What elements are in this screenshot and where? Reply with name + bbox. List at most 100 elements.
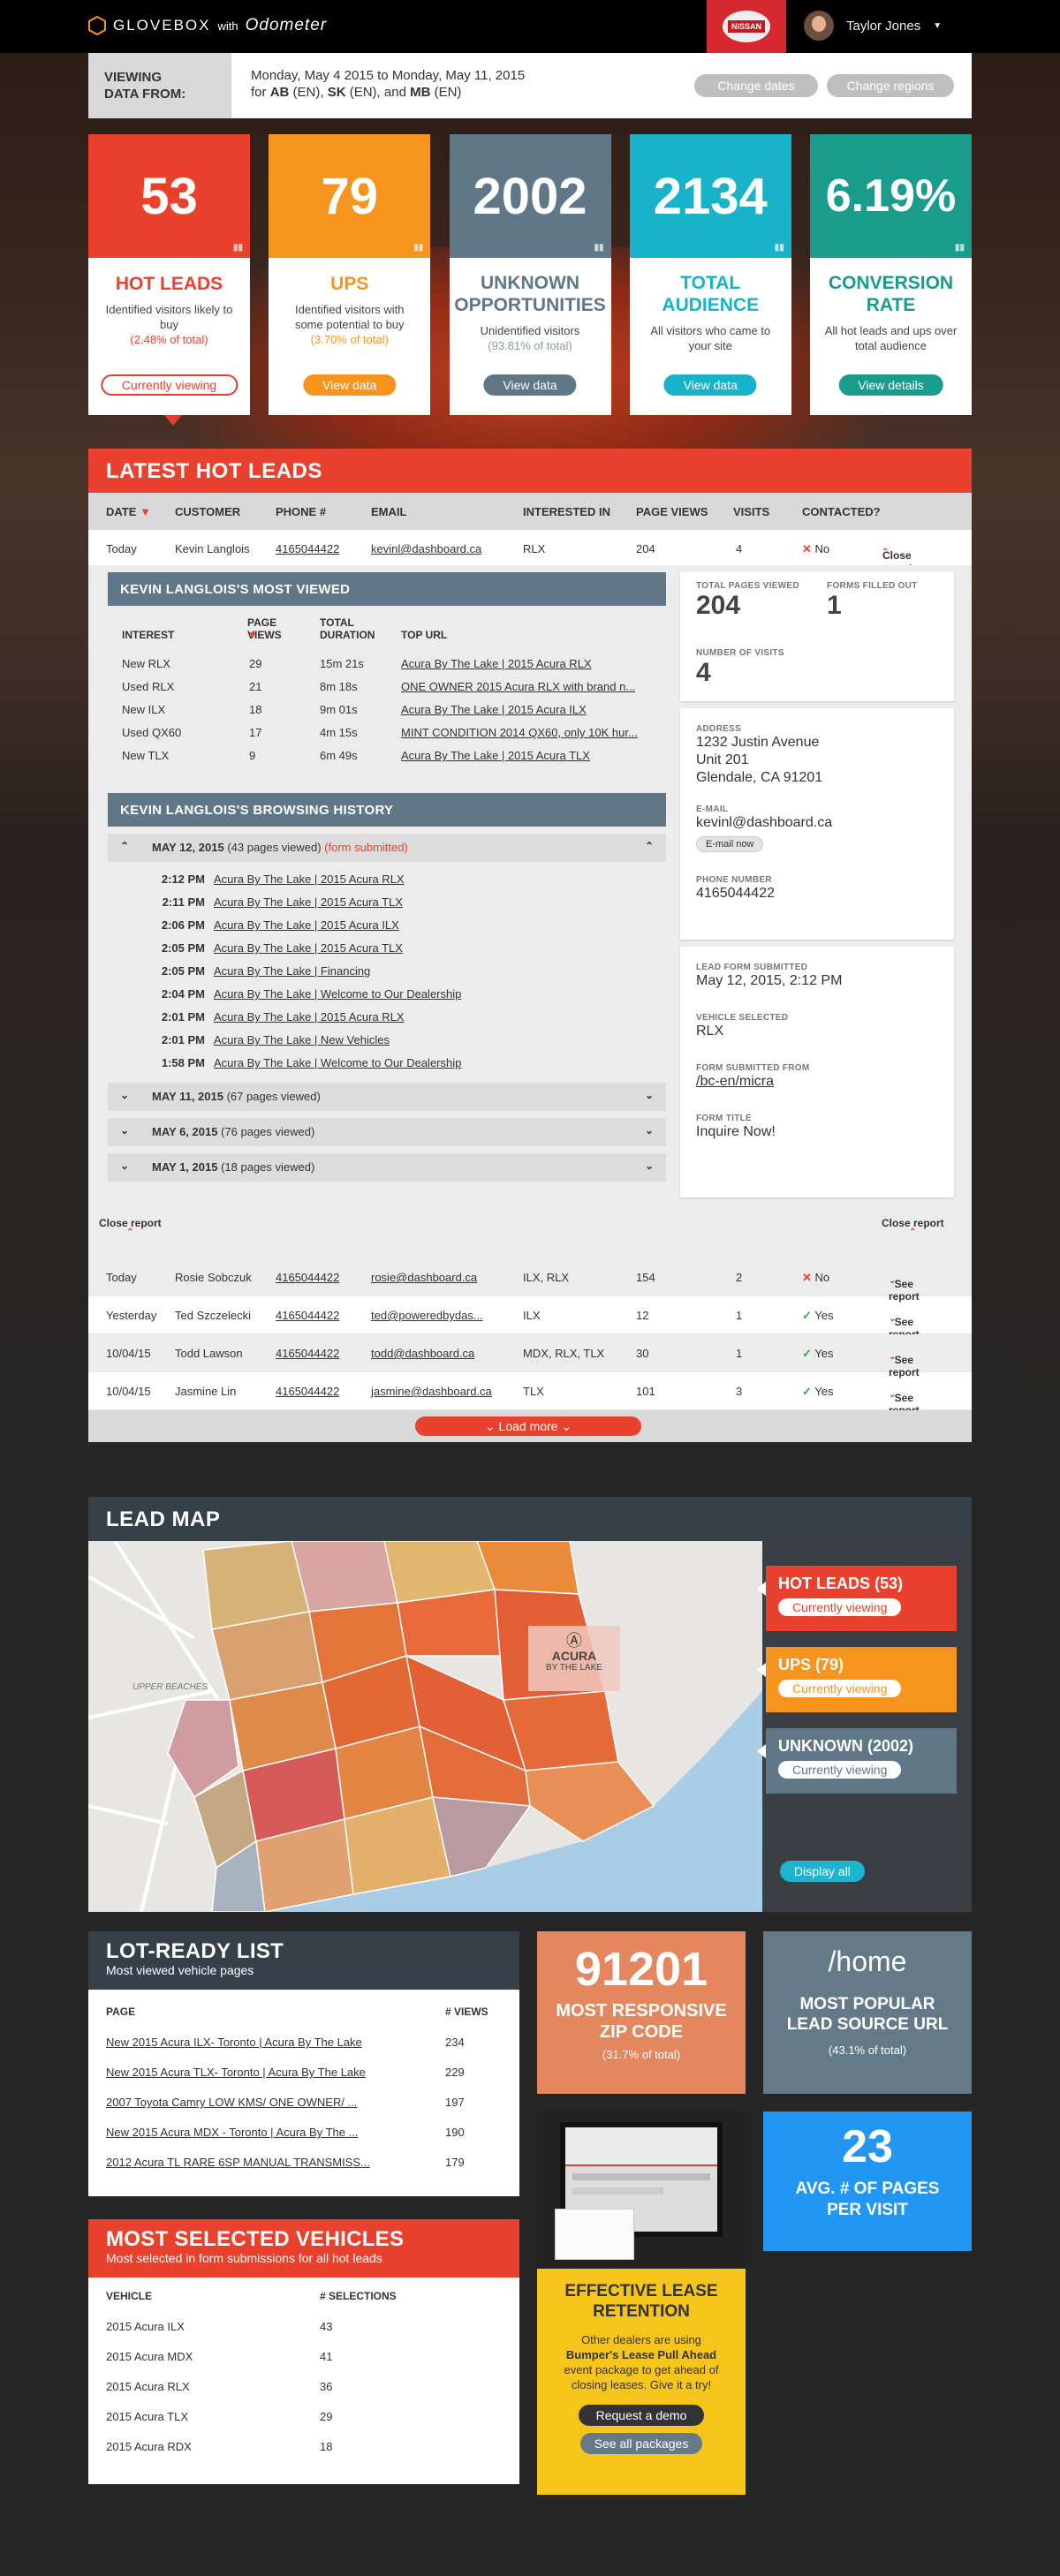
visited-page-link[interactable]: Acura By The Lake | 2015 Acura ILX (214, 918, 399, 932)
check-icon: ✓ (802, 1309, 812, 1322)
stat-card-ups[interactable]: 79 ▮▮ UPS Identified visitors with some p… (269, 134, 431, 415)
visited-page-link[interactable]: Acura By The Lake | 2015 Acura RLX (214, 873, 405, 886)
currently-viewing-button[interactable]: Currently viewing (778, 1761, 902, 1779)
email-link[interactable]: todd@dashboard.ca (371, 1347, 474, 1360)
history-day-collapsed[interactable]: ⌄ MAY 6, 2015 (76 pages viewed) ⌄ (108, 1118, 666, 1146)
top-url-link[interactable]: ONE OWNER 2015 Acura RLX with brand n... (401, 680, 635, 693)
visited-page-link[interactable]: Acura By The Lake | Welcome to Our Deale… (214, 987, 461, 1001)
glovebox-logo[interactable]: GLOVEBOX with Odometer (88, 16, 327, 35)
most-selected-vehicles-panel: MOST SELECTED VEHICLES Most selected in … (88, 2219, 519, 2484)
active-pointer (164, 415, 182, 426)
email-link[interactable]: jasmine@dashboard.ca (371, 1385, 492, 1398)
vehicle-page-link[interactable]: 2012 Acura TL RARE 6SP MANUAL TRANSMISS.… (106, 2156, 370, 2169)
view-data-button[interactable]: View data (303, 374, 397, 396)
table-row[interactable]: Yesterday Ted Szczelecki 4165044422 ted@… (88, 1296, 972, 1341)
most-viewed-row[interactable]: Used RLX 21 8m 18s ONE OWNER 2015 Acura … (108, 675, 666, 698)
most-viewed-row[interactable]: New ILX 18 9m 01s Acura By The Lake | 20… (108, 698, 666, 721)
stat-card-unknown[interactable]: 2002 ▮▮ UNKNOWN OPPORTUNITIES Unidentifie… (449, 134, 611, 415)
vehicle-page-link[interactable]: New 2015 Acura ILX- Toronto | Acura By T… (106, 2036, 362, 2049)
list-item[interactable]: 2007 Toyota Camry LOW KMS/ ONE OWNER/ ..… (88, 2087, 519, 2117)
email-value: kevinl@dashboard.ca (696, 815, 833, 830)
hero-section: VIEWING DATA FROM: Monday, May 4 2015 to … (0, 53, 1060, 1469)
view-data-button[interactable]: View data (483, 374, 577, 396)
chevron-down-icon: ⌄ (644, 1089, 654, 1101)
history-day-collapsed[interactable]: ⌄ MAY 1, 2015 (18 pages viewed) ⌄ (108, 1153, 666, 1182)
chevron-up-icon: ⌃ (120, 840, 130, 852)
list-item[interactable]: New 2015 Acura TLX- Toronto | Acura By T… (88, 2057, 519, 2087)
address-line: 1232 Justin Avenue (696, 735, 820, 750)
view-data-button[interactable]: View data (663, 374, 757, 396)
vehicle-page-link[interactable]: 2007 Toyota Camry LOW KMS/ ONE OWNER/ ..… (106, 2096, 357, 2109)
sort-arrow-icon: ▼ (140, 505, 151, 518)
email-link[interactable]: rosie@dashboard.ca (371, 1271, 477, 1284)
top-url-link[interactable]: Acura By The Lake | 2015 Acura ILX (401, 703, 587, 716)
visited-page-link[interactable]: Acura By The Lake | 2015 Acura RLX (214, 1010, 405, 1024)
lead-summary-card: TOTAL PAGES VIEWED 204 FORMS FILLED OUT 1 … (680, 572, 954, 701)
email-link[interactable]: ted@poweredbydas... (371, 1309, 483, 1322)
visited-page-link[interactable]: Acura By The Lake | 2015 Acura TLX (214, 941, 403, 955)
top-url-link[interactable]: Acura By The Lake | 2015 Acura RLX (401, 657, 592, 670)
nissan-logo: NISSAN (723, 11, 770, 42)
history-visit-row: 2:06 PM Acura By The Lake | 2015 Acura I… (161, 918, 399, 932)
table-row[interactable]: 10/04/15 Todd Lawson 4165044422 todd@das… (88, 1334, 972, 1379)
map-filter-hot-leads[interactable]: HOT LEADS (53) Currently viewing (757, 1566, 957, 1631)
list-item[interactable]: New 2015 Acura MDX - Toronto | Acura By … (88, 2117, 519, 2147)
most-viewed-row[interactable]: New RLX 29 15m 21s Acura By The Lake | 2… (108, 652, 666, 675)
load-more-button[interactable]: ⌄ Load more ⌄ (415, 1416, 641, 1436)
display-all-button[interactable]: Display all (780, 1861, 865, 1882)
stat-card-total-audience[interactable]: 2134 ▮▮ TOTAL AUDIENCE All visitors who c… (629, 134, 791, 415)
phone-link[interactable]: 4165044422 (276, 1385, 339, 1398)
map-filter-unknown[interactable]: UNKNOWN (2002) Currently viewing (757, 1728, 957, 1794)
dealer-location-marker[interactable]: Ⓐ ACURA BY THE LAKE (528, 1626, 620, 1691)
stat-title: UPS (330, 273, 369, 294)
visited-page-link[interactable]: Acura By The Lake | 2015 Acura TLX (214, 895, 403, 909)
change-regions-button[interactable]: Change regions (827, 74, 954, 97)
history-day-open[interactable]: ⌃ MAY 12, 2015 (43 pages viewed) (form s… (108, 834, 666, 862)
lead-map[interactable]: UPPER BEACHES Ⓐ ACURA BY THE LAKE (88, 1541, 762, 1912)
visited-page-link[interactable]: Acura By The Lake | Financing (214, 964, 370, 978)
view-details-button[interactable]: View details (838, 374, 943, 396)
form-card: LEAD FORM SUBMITTED May 12, 2015, 2:12 P… (680, 947, 954, 1197)
list-item[interactable]: 2012 Acura TL RARE 6SP MANUAL TRANSMISS.… (88, 2147, 519, 2177)
most-viewed-row[interactable]: Used QX60 17 4m 15s MINT CONDITION 2014 … (108, 721, 666, 744)
request-demo-button[interactable]: Request a demo (578, 2405, 705, 2426)
column-date[interactable]: DATE ▼ (106, 505, 151, 518)
phone-link[interactable]: 4165044422 (276, 1309, 339, 1322)
zip-value: 91201 (574, 1943, 708, 1996)
bar-chart-icon: ▮▮ (774, 243, 784, 253)
vehicle-page-link[interactable]: New 2015 Acura MDX - Toronto | Acura By … (106, 2126, 358, 2139)
table-row[interactable]: Today Rosie Sobczuk 4165044422 rosie@das… (88, 1258, 972, 1303)
table-row[interactable]: Today Kevin Langlois 4165044422 kevinl@d… (88, 530, 972, 574)
number-of-visits: 4 (696, 658, 711, 687)
user-menu[interactable]: Taylor Jones ▼ (804, 11, 942, 41)
chevron-down-icon: ⌄ (644, 1160, 654, 1172)
dealer-brand-badge[interactable]: NISSAN (707, 0, 786, 53)
stat-card-conversion-rate[interactable]: 6.19% ▮▮ CONVERSION RATE All hot leads an… (810, 134, 972, 415)
close-report-button[interactable]: Close report ⌃ (882, 1217, 944, 1237)
stat-value: 6.19% ▮▮ (810, 134, 972, 258)
top-url-link[interactable]: Acura By The Lake | 2015 Acura TLX (401, 749, 590, 762)
visited-page-link[interactable]: Acura By The Lake | New Vehicles (214, 1033, 390, 1046)
close-report-button[interactable]: Close report ⌃ (99, 1217, 162, 1237)
email-now-button[interactable]: E-mail now (696, 836, 764, 852)
chevron-down-icon: ⌄ (889, 1352, 897, 1362)
form-source-link[interactable]: /bc-en/micra (696, 1073, 938, 1091)
column-email: EMAIL (371, 505, 407, 518)
phone-link[interactable]: 4165044422 (276, 1271, 339, 1284)
history-day-collapsed[interactable]: ⌄ MAY 11, 2015 (67 pages viewed) ⌄ (108, 1083, 666, 1111)
currently-viewing-button[interactable]: Currently viewing (778, 1598, 902, 1616)
load-more-bar: ⌄ Load more ⌄ (88, 1410, 972, 1442)
see-all-packages-button[interactable]: See all packages (579, 2433, 703, 2454)
map-filter-ups[interactable]: UPS (79) Currently viewing (757, 1647, 957, 1712)
stat-card-hot-leads[interactable]: 53 ▮▮ HOT LEADS Identified visitors likel… (88, 134, 250, 426)
list-item[interactable]: New 2015 Acura ILX- Toronto | Acura By T… (88, 2027, 519, 2057)
vehicle-page-link[interactable]: New 2015 Acura TLX- Toronto | Acura By T… (106, 2066, 366, 2079)
change-dates-button[interactable]: Change dates (694, 74, 818, 97)
visited-page-link[interactable]: Acura By The Lake | Welcome to Our Deale… (214, 1056, 461, 1069)
most-viewed-row[interactable]: New TLX 9 6m 49s Acura By The Lake | 201… (108, 744, 666, 767)
top-url-link[interactable]: MINT CONDITION 2014 QX60, only 10K hur..… (401, 726, 638, 739)
currently-viewing-button[interactable]: Currently viewing (778, 1680, 902, 1697)
table-row[interactable]: 10/04/15 Jasmine Lin 4165044422 jasmine@… (88, 1372, 972, 1416)
currently-viewing-button[interactable]: Currently viewing (100, 374, 238, 396)
phone-link[interactable]: 4165044422 (276, 1347, 339, 1360)
